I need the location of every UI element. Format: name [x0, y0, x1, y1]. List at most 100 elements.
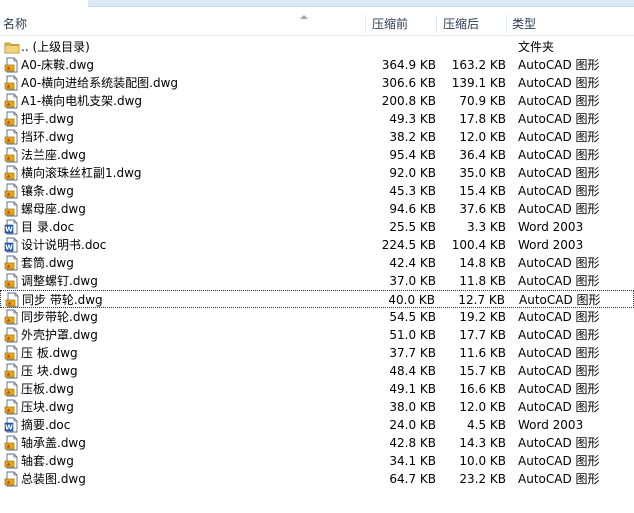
size-before: 40.0 KB: [388, 293, 435, 307]
size-after: 19.2 KB: [459, 310, 506, 324]
file-type: AutoCAD 图形: [518, 382, 600, 396]
dwg-file-icon: [4, 93, 20, 109]
dwg-file-icon: [4, 165, 20, 181]
file-type: 文件夹: [518, 40, 555, 54]
file-type: AutoCAD 图形: [518, 130, 600, 144]
file-row[interactable]: 套筒.dwg 42.4 KB 14.8 KB AutoCAD 图形: [0, 254, 634, 272]
file-name: 螺母座.dwg: [21, 202, 86, 216]
dwg-file-icon: [4, 471, 20, 487]
size-before: 49.1 KB: [389, 382, 436, 396]
file-name: A0-床鞍.dwg: [21, 58, 95, 72]
dwg-file-icon: [5, 292, 21, 308]
file-row[interactable]: 轴套.dwg 34.1 KB 10.0 KB AutoCAD 图形: [0, 452, 634, 470]
size-before: 51.0 KB: [389, 328, 436, 342]
file-row[interactable]: W 设计说明书.doc 224.5 KB 100.4 KB Word 2003: [0, 236, 634, 254]
file-row[interactable]: A1-横向电机支架.dwg 200.8 KB 70.9 KB AutoCAD 图形: [0, 92, 634, 110]
file-row[interactable]: 横向滚珠丝杠副1.dwg 92.0 KB 35.0 KB AutoCAD 图形: [0, 164, 634, 182]
size-after: 10.0 KB: [459, 454, 506, 468]
size-after: 12.0 KB: [459, 130, 506, 144]
size-before: 364.9 KB: [381, 58, 436, 72]
dwg-file-icon: [4, 255, 20, 271]
file-type: Word 2003: [518, 418, 584, 432]
header-before[interactable]: 压缩前: [372, 13, 408, 35]
dwg-file-icon: [4, 75, 20, 91]
file-name: A0-横向进给系统装配图.dwg: [21, 76, 179, 90]
dwg-file-icon: [4, 273, 20, 289]
size-before: 25.5 KB: [389, 220, 436, 234]
file-row[interactable]: A0-横向进给系统装配图.dwg 306.6 KB 139.1 KB AutoCAD …: [0, 74, 634, 92]
file-row[interactable]: 挡环.dwg 38.2 KB 12.0 KB AutoCAD 图形: [0, 128, 634, 146]
file-type: AutoCAD 图形: [518, 202, 600, 216]
parent-directory-row[interactable]: .. (上级目录) 文件夹: [0, 38, 634, 56]
file-row[interactable]: 压块.dwg 38.0 KB 12.0 KB AutoCAD 图形: [0, 398, 634, 416]
file-name: 目 录.doc: [21, 220, 75, 234]
size-before: 92.0 KB: [389, 166, 436, 180]
header-type[interactable]: 类型: [512, 13, 536, 35]
dwg-file-icon: [4, 363, 20, 379]
file-type: AutoCAD 图形: [519, 293, 601, 307]
svg-text:W: W: [5, 424, 13, 432]
header-divider[interactable]: [506, 15, 507, 33]
file-type: AutoCAD 图形: [518, 112, 600, 126]
file-row[interactable]: 压板.dwg 49.1 KB 16.6 KB AutoCAD 图形: [0, 380, 634, 398]
file-row[interactable]: A0-床鞍.dwg 364.9 KB 163.2 KB AutoCAD 图形: [0, 56, 634, 74]
file-type: AutoCAD 图形: [518, 328, 600, 342]
size-after: 14.8 KB: [459, 256, 506, 270]
header-after[interactable]: 压缩后: [443, 13, 479, 35]
dwg-file-icon: [4, 309, 20, 325]
file-row[interactable]: 轴承盖.dwg 42.8 KB 14.3 KB AutoCAD 图形: [0, 434, 634, 452]
file-name: 压 板.dwg: [21, 346, 78, 360]
size-after: 70.9 KB: [459, 94, 506, 108]
dwg-file-icon: [4, 453, 20, 469]
file-row[interactable]: 压 板.dwg 37.7 KB 11.6 KB AutoCAD 图形: [0, 344, 634, 362]
file-row[interactable]: 调整螺钉.dwg 37.0 KB 11.8 KB AutoCAD 图形: [0, 272, 634, 290]
file-type: AutoCAD 图形: [518, 148, 600, 162]
file-name: 把手.dwg: [21, 112, 74, 126]
file-type: AutoCAD 图形: [518, 400, 600, 414]
size-before: 224.5 KB: [381, 238, 436, 252]
column-header: 名称 压缩前 压缩后 类型: [0, 13, 634, 36]
header-divider[interactable]: [436, 15, 437, 33]
file-type: Word 2003: [518, 220, 584, 234]
file-name: 摘要.doc: [21, 418, 71, 432]
file-row[interactable]: W 摘要.doc 24.0 KB 4.5 KB Word 2003: [0, 416, 634, 434]
size-before: 38.2 KB: [389, 130, 436, 144]
file-row[interactable]: 同步带轮.dwg 54.5 KB 19.2 KB AutoCAD 图形: [0, 308, 634, 326]
size-before: 42.4 KB: [389, 256, 436, 270]
file-row[interactable]: 法兰座.dwg 95.4 KB 36.4 KB AutoCAD 图形: [0, 146, 634, 164]
file-name: 设计说明书.doc: [21, 238, 107, 252]
file-name: A1-横向电机支架.dwg: [21, 94, 143, 108]
sort-arrow-icon: [300, 15, 308, 19]
size-before: 64.7 KB: [389, 472, 436, 486]
dwg-file-icon: [4, 129, 20, 145]
size-before: 34.1 KB: [389, 454, 436, 468]
size-after: 15.7 KB: [459, 364, 506, 378]
file-row[interactable]: 同步 带轮.dwg 40.0 KB 12.7 KB AutoCAD 图形: [0, 290, 634, 308]
file-name: 总装图.dwg: [21, 472, 86, 486]
file-row[interactable]: 总装图.dwg 64.7 KB 23.2 KB AutoCAD 图形: [0, 470, 634, 488]
size-after: 12.0 KB: [459, 400, 506, 414]
top-strip: [0, 0, 634, 8]
folder-up-icon: [4, 39, 20, 55]
file-type: AutoCAD 图形: [518, 310, 600, 324]
file-name: 轴套.dwg: [21, 454, 74, 468]
file-type: AutoCAD 图形: [518, 436, 600, 450]
file-row[interactable]: 压 块.dwg 48.4 KB 15.7 KB AutoCAD 图形: [0, 362, 634, 380]
file-type: AutoCAD 图形: [518, 166, 600, 180]
dwg-file-icon: [4, 111, 20, 127]
header-divider[interactable]: [365, 15, 366, 33]
file-row[interactable]: 把手.dwg 49.3 KB 17.8 KB AutoCAD 图形: [0, 110, 634, 128]
file-type: AutoCAD 图形: [518, 184, 600, 198]
size-after: 16.6 KB: [459, 382, 506, 396]
word-file-icon: W: [4, 219, 20, 235]
size-before: 24.0 KB: [389, 418, 436, 432]
file-row[interactable]: 螺母座.dwg 94.6 KB 37.6 KB AutoCAD 图形: [0, 200, 634, 218]
word-file-icon: W: [4, 417, 20, 433]
size-before: 38.0 KB: [389, 400, 436, 414]
file-row[interactable]: 外壳护罩.dwg 51.0 KB 17.7 KB AutoCAD 图形: [0, 326, 634, 344]
header-name[interactable]: 名称: [3, 13, 27, 35]
file-row[interactable]: W 目 录.doc 25.5 KB 3.3 KB Word 2003: [0, 218, 634, 236]
file-row[interactable]: 镶条.dwg 45.3 KB 15.4 KB AutoCAD 图形: [0, 182, 634, 200]
size-after: 17.8 KB: [459, 112, 506, 126]
size-after: 14.3 KB: [459, 436, 506, 450]
